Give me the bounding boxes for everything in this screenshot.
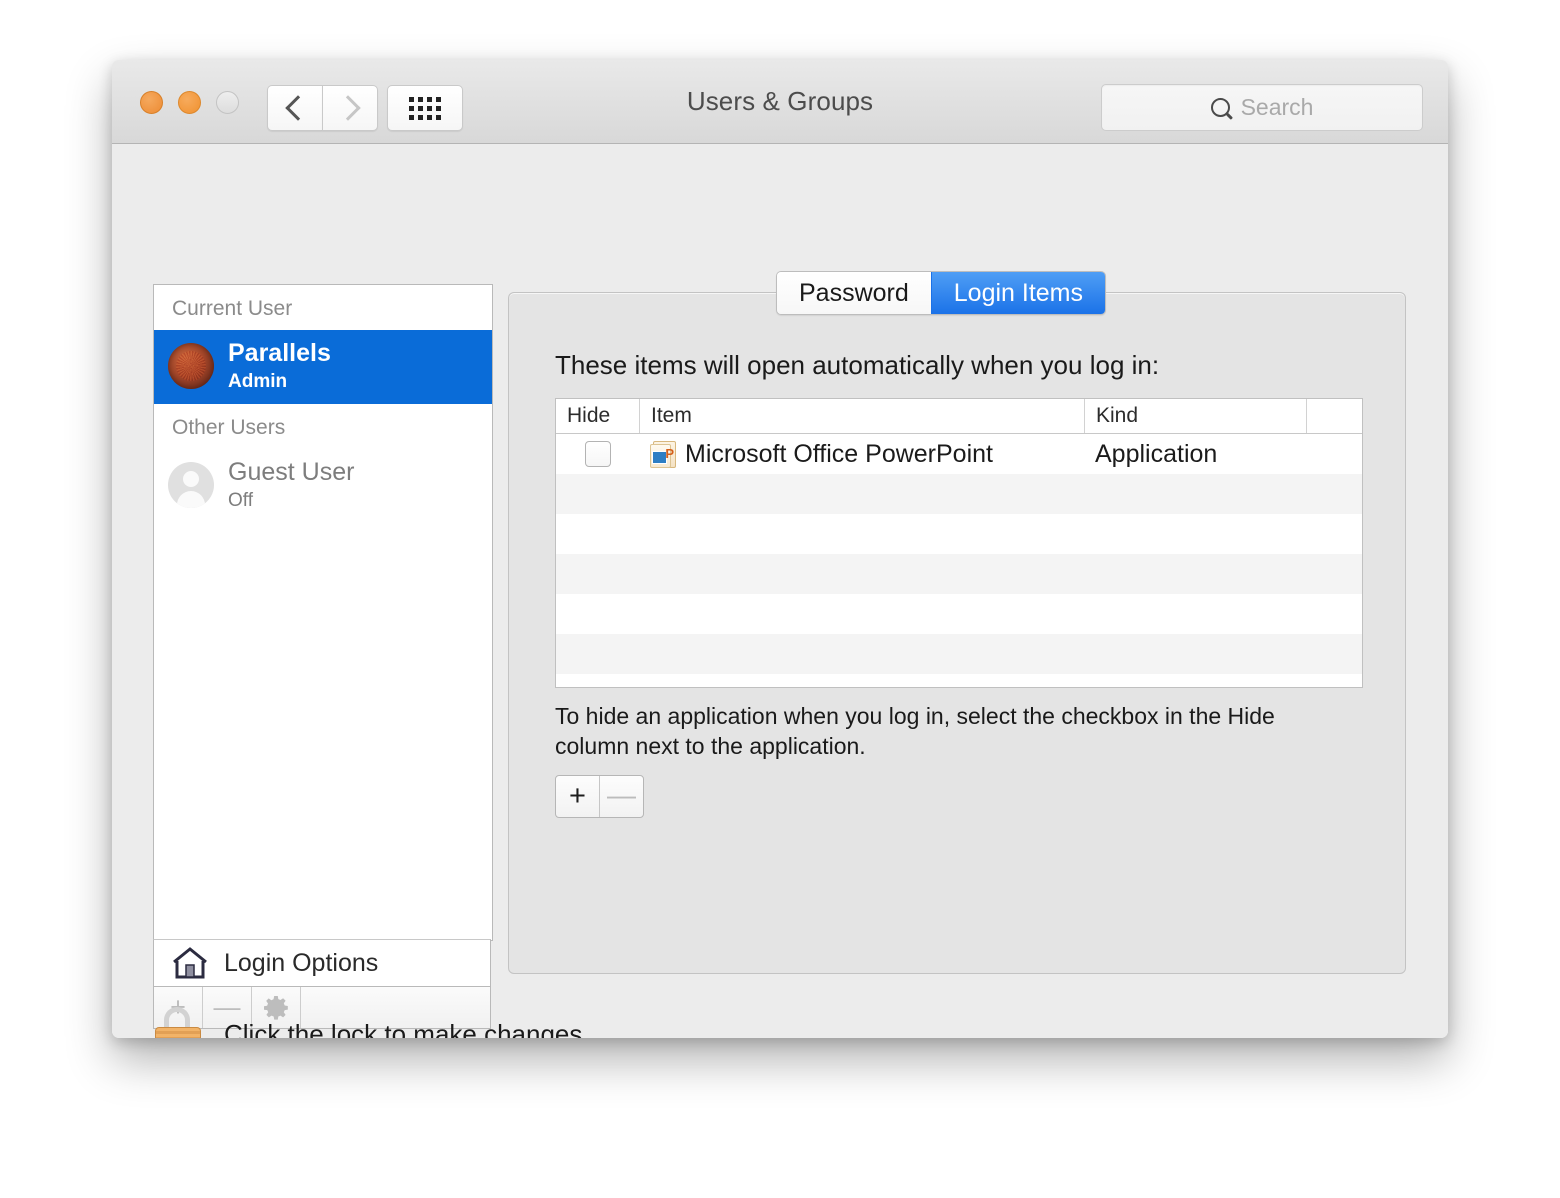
tab-password[interactable]: Password <box>777 272 931 314</box>
user-name: Parallels <box>228 339 331 367</box>
table-row-empty[interactable] <box>556 634 1362 674</box>
table-row-empty[interactable] <box>556 474 1362 514</box>
table-row-empty[interactable] <box>556 514 1362 554</box>
search-icon <box>1210 98 1230 117</box>
user-status: Off <box>228 489 253 511</box>
tab-bar: Password Login Items <box>776 271 1107 315</box>
add-remove-login-item-buttons: + — <box>555 775 644 818</box>
kind-cell: Application <box>1095 439 1218 468</box>
powerpoint-icon: P <box>650 441 676 468</box>
login-options-label: Login Options <box>224 948 379 977</box>
column-header-extra[interactable] <box>1306 399 1362 433</box>
table-row-empty[interactable] <box>556 554 1362 594</box>
plus-icon: + <box>569 780 586 812</box>
house-icon <box>173 947 207 979</box>
table-row[interactable]: P Microsoft Office PowerPoint Applicatio… <box>556 434 1362 474</box>
intro-text: These items will open automatically when… <box>555 350 1160 380</box>
locked-padlock-icon[interactable] <box>152 1007 202 1038</box>
tab-login-items-label: Login Items <box>953 278 1084 307</box>
user-row-guest[interactable]: Guest User Off <box>154 449 492 523</box>
table-row-empty[interactable] <box>556 594 1362 634</box>
user-list: Current User Parallels Admin Other Users… <box>153 284 493 941</box>
minus-icon: — <box>607 780 636 812</box>
login-items-table[interactable]: Hide Item Kind P Microsoft Office PowerP… <box>555 398 1363 688</box>
hide-column-hint: To hide an application when you log in, … <box>555 703 1275 760</box>
window-titlebar: Users & Groups Search <box>112 60 1448 144</box>
extra-cell <box>1306 434 1362 474</box>
hide-checkbox[interactable] <box>584 441 611 467</box>
group-header-other-users: Other Users <box>154 403 492 449</box>
search-field[interactable]: Search <box>1101 84 1423 131</box>
parallels-avatar <box>168 342 214 389</box>
column-header-item[interactable]: Item <box>639 399 1084 433</box>
guest-avatar <box>168 461 214 508</box>
column-header-kind[interactable]: Kind <box>1084 399 1306 433</box>
tab-login-items[interactable]: Login Items <box>930 272 1106 314</box>
user-row-parallels[interactable]: Parallels Admin <box>154 330 492 404</box>
tab-password-label: Password <box>799 278 909 307</box>
login-options-button[interactable]: Login Options <box>153 939 491 987</box>
table-header-row: Hide Item Kind <box>556 399 1362 434</box>
user-status: Admin <box>228 371 288 392</box>
item-name: Microsoft Office PowerPoint <box>685 439 993 468</box>
lock-control[interactable]: Click the lock to make changes. <box>152 1007 590 1038</box>
remove-login-item-button[interactable]: — <box>600 776 643 817</box>
user-name: Guest User <box>228 457 355 486</box>
lock-label: Click the lock to make changes. <box>224 1018 590 1039</box>
column-header-hide[interactable]: Hide <box>556 399 639 433</box>
hide-checkbox-cell[interactable] <box>556 434 639 474</box>
window-content: Current User Parallels Admin Other Users… <box>112 144 1448 1038</box>
search-placeholder: Search <box>1240 94 1314 120</box>
table-row-empty[interactable] <box>556 674 1362 687</box>
item-cell: P Microsoft Office PowerPoint <box>639 434 1084 474</box>
system-preferences-window: Users & Groups Search Current User Paral… <box>112 60 1448 1038</box>
add-login-item-button[interactable]: + <box>556 776 600 817</box>
group-header-current-user: Current User <box>154 285 492 330</box>
login-items-pane: Password Login Items These items will op… <box>508 271 1406 974</box>
